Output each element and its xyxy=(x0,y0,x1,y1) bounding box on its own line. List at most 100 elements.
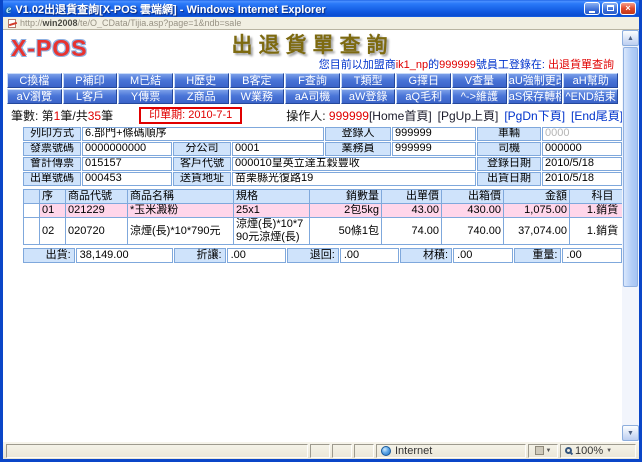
login-page-name: 出退貨單查詢 xyxy=(548,59,614,71)
chevron-down-icon: ▼ xyxy=(546,448,552,454)
nav-home-link[interactable]: [Home首頁] xyxy=(369,107,432,124)
toolbar-button[interactable]: F查詢 xyxy=(285,73,340,88)
toolbar-button[interactable]: C換檔 xyxy=(7,73,62,88)
page-header: X-POS 出退貨單查詢 xyxy=(3,30,622,59)
return-field[interactable]: .00 xyxy=(340,248,400,263)
login-person-field[interactable]: 999999 xyxy=(392,127,476,141)
login-status: 您目前以加盟商ik1_np的999999號員工登錄在: 出退貨單查詢 xyxy=(3,59,622,72)
reg-date-field[interactable]: 2010/5/18 xyxy=(542,157,622,171)
toolbar-button[interactable]: aU強制更改 xyxy=(508,73,563,88)
toolbar-button[interactable]: T類型 xyxy=(341,73,396,88)
page-title: 出退貨單查詢 xyxy=(3,30,622,60)
toolbar-button[interactable]: G擇日 xyxy=(396,73,451,88)
voucher-field[interactable]: 015157 xyxy=(82,157,172,171)
col-header: 銷數量 xyxy=(310,190,382,204)
field-label: 分公司 xyxy=(173,142,231,156)
toolbar-button[interactable]: aA司機 xyxy=(285,89,340,104)
scrollbar-thumb[interactable] xyxy=(623,47,638,287)
xpos-logo: X-POS xyxy=(11,35,88,62)
maximize-button[interactable] xyxy=(602,2,618,15)
toolbar-button[interactable]: Y傳票 xyxy=(118,89,173,104)
cell-unit-price: 43.00 xyxy=(382,204,442,218)
field-label: 送貨地址 xyxy=(173,172,231,186)
page-nav: [Home首頁] [PgUp上頁] [PgDn下頁] [End尾頁] xyxy=(369,107,622,124)
toolbar-button[interactable]: aS保存轉檔 xyxy=(508,89,563,104)
branch-field[interactable]: 0001 xyxy=(232,142,324,156)
scroll-down-icon[interactable]: ▼ xyxy=(622,425,639,441)
row-gutter xyxy=(24,204,40,218)
customer-field[interactable]: 000010皇英立達五穀豐收 xyxy=(232,157,476,171)
toolbar-button[interactable]: M已結 xyxy=(118,73,173,88)
shield-icon xyxy=(535,446,544,455)
order-form: 列印方式 6.部門+條碼順序 登錄人 999999 車輛 0000 發票號碼 0… xyxy=(23,127,622,186)
toolbar-button[interactable]: Z商品 xyxy=(174,89,229,104)
cell-unit-price: 74.00 xyxy=(382,218,442,245)
nav-pgup-link[interactable]: [PgUp上頁] xyxy=(438,107,499,124)
toolbar-button[interactable]: aH幫助 xyxy=(563,73,618,88)
toolbar-button[interactable]: L客戶 xyxy=(63,89,118,104)
volume-field[interactable]: .00 xyxy=(453,248,513,263)
nav-end-link[interactable]: [End尾頁] xyxy=(571,107,622,124)
security-zone-panel: Internet xyxy=(376,444,526,458)
cell-name: *玉米澱粉 xyxy=(128,204,234,218)
col-header: 商品名稱 xyxy=(128,190,234,204)
cell-code: 020720 xyxy=(66,218,128,245)
table-row[interactable]: 02 020720 涼煙(長)*10*790元 涼煙(長)*10*790元涼煙(… xyxy=(24,218,623,245)
discount-field[interactable]: .00 xyxy=(227,248,287,263)
vertical-scrollbar[interactable]: ▲ ▼ xyxy=(622,30,639,441)
field-label: 登錄日期 xyxy=(477,157,541,171)
record-count: 筆數: 第1筆/共35筆 xyxy=(11,107,113,124)
toolbar-button[interactable]: P補印 xyxy=(63,73,118,88)
nav-pgdn-link[interactable]: [PgDn下頁] xyxy=(504,107,565,124)
close-button[interactable]: × xyxy=(620,2,636,15)
cell-seq: 01 xyxy=(40,204,66,218)
protected-mode-panel[interactable]: ▼ xyxy=(528,444,558,458)
toolbar-button[interactable]: B客定 xyxy=(230,73,285,88)
window-title: V1.02出退貨查詢[X-POS 雲端網] - Windows Internet… xyxy=(15,1,584,17)
minimize-button[interactable] xyxy=(584,2,600,15)
login-prefix: 您目前以加盟商 xyxy=(319,59,396,71)
cell-qty: 2包5kg xyxy=(310,204,382,218)
vehicle-field[interactable]: 0000 xyxy=(542,127,622,141)
print-mode-field[interactable]: 6.部門+條碼順序 xyxy=(82,127,324,141)
status-bar: Internet ▼ 100% ▼ xyxy=(3,441,639,459)
driver-field[interactable]: 000000 xyxy=(542,142,622,156)
browser-viewport: X-POS 出退貨單查詢 您目前以加盟商ik1_np的999999號員工登錄在:… xyxy=(3,30,639,441)
table-header-row: 序 商品代號 商品名稱 規格 銷數量 出單價 出箱價 金額 科目 xyxy=(24,190,623,204)
toolbar-button[interactable]: V查量 xyxy=(452,73,507,88)
ship-total-field[interactable]: 38,149.00 xyxy=(76,248,173,263)
toolbar-button[interactable]: aQ毛利 xyxy=(396,89,451,104)
summary-bar: 出貨: 38,149.00 折讓: .00 退回: .00 材積: .00 重量… xyxy=(23,248,622,263)
col-header: 科目 xyxy=(570,190,623,204)
pos-page: X-POS 出退貨單查詢 您目前以加盟商ik1_np的999999號員工登錄在:… xyxy=(3,30,622,441)
zone-label: Internet xyxy=(395,445,432,457)
salesman-field[interactable]: 999999 xyxy=(392,142,476,156)
field-label: 出單號碼 xyxy=(23,172,81,186)
address-field[interactable]: 苗栗縣光復路19 xyxy=(232,172,476,186)
table-row[interactable]: 01 021229 *玉米澱粉 25x1 2包5kg 43.00 430.00 … xyxy=(24,204,623,218)
ie-logo-icon: e xyxy=(6,3,11,15)
toolbar-button[interactable]: W業務 xyxy=(230,89,285,104)
status-message-panel xyxy=(6,444,308,458)
invoice-field[interactable]: 0000000000 xyxy=(82,142,172,156)
field-label: 列印方式 xyxy=(23,127,81,141)
page-error-icon xyxy=(8,19,16,28)
toolbar: C換檔 P補印 M已結 H歷史 B客定 F查詢 T類型 G擇日 V查量 aU強制… xyxy=(7,73,618,104)
url-path: /te/O_CData/Tijia.asp?page=1&ndb=sale xyxy=(78,18,242,28)
scroll-up-icon[interactable]: ▲ xyxy=(622,30,639,46)
ship-date-field[interactable]: 2010/5/18 xyxy=(542,172,622,186)
toolbar-button[interactable]: ^->維護 xyxy=(452,89,507,104)
toolbar-button[interactable]: aW登錄 xyxy=(341,89,396,104)
address-url[interactable]: http://win2008/te/O_CData/Tijia.asp?page… xyxy=(20,18,241,28)
toolbar-button[interactable]: H歷史 xyxy=(174,73,229,88)
toolbar-button[interactable]: ^END結束 xyxy=(563,89,618,104)
status-panel xyxy=(354,444,374,458)
col-header: 出單價 xyxy=(382,190,442,204)
weight-field[interactable]: .00 xyxy=(562,248,622,263)
toolbar-button[interactable]: aV瀏覽 xyxy=(7,89,62,104)
chevron-down-icon: ▼ xyxy=(606,448,612,454)
zoom-control[interactable]: 100% ▼ xyxy=(560,444,636,458)
globe-icon xyxy=(381,446,391,456)
address-bar: http://win2008/te/O_CData/Tijia.asp?page… xyxy=(3,17,639,30)
order-no-field[interactable]: 000453 xyxy=(82,172,172,186)
